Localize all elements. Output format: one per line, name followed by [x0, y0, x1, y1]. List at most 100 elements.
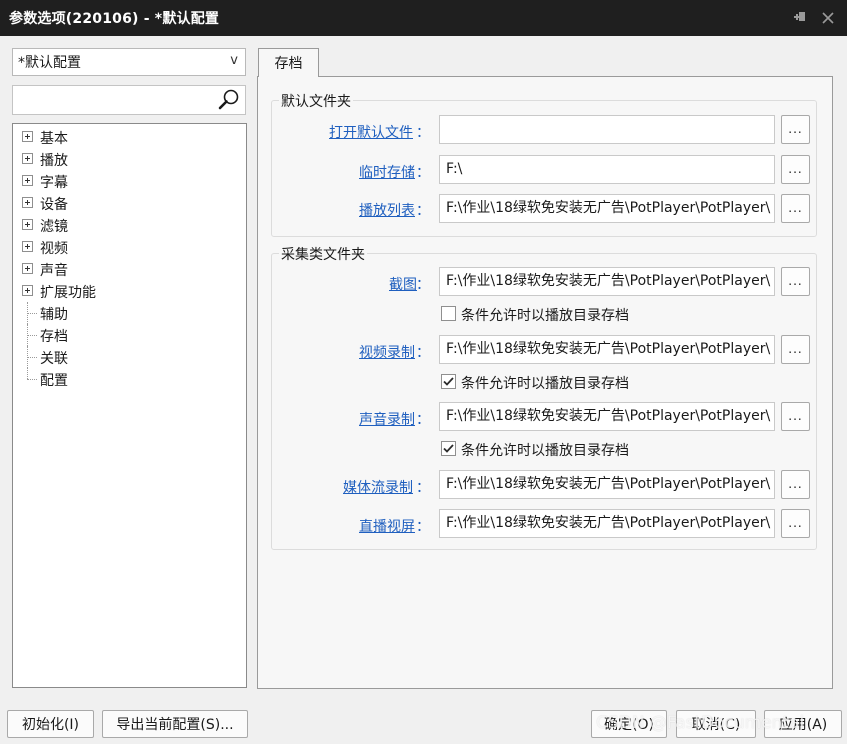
tree-item-playback[interactable]: 播放 [13, 148, 246, 170]
tree-item-label: 基本 [40, 131, 68, 147]
tree-item-label: 声音 [40, 263, 68, 279]
cancel-button[interactable]: 取消(C) [676, 710, 756, 738]
apply-button-label: 应用(A) [778, 717, 828, 733]
label-colon: ： [416, 125, 430, 141]
expand-icon[interactable] [22, 219, 33, 230]
tree-line [27, 335, 37, 336]
export-config-button-label: 导出当前配置(S)... [116, 717, 234, 733]
playlist-input[interactable]: F:\作业\18绿软免安装无广告\PotPlayer\PotPlayer\ [439, 194, 775, 223]
group-title-capture: 采集类文件夹 [279, 244, 367, 264]
tree-item-label: 存档 [40, 329, 68, 345]
temp-storage-input[interactable]: F:\ [439, 155, 775, 184]
browse-button[interactable]: ... [781, 470, 810, 499]
screenshot-playdir-checkbox[interactable] [441, 306, 456, 321]
tree-item-extensions[interactable]: 扩展功能 [13, 280, 246, 302]
live-broadcast-link[interactable]: 直播视屏 [359, 516, 415, 536]
expand-icon[interactable] [22, 131, 33, 142]
tree-item-label: 扩展功能 [40, 285, 96, 301]
checkmark-icon [443, 444, 454, 453]
audio-playdir-checkbox[interactable] [441, 441, 456, 456]
initialize-button[interactable]: 初始化(I) [7, 710, 94, 738]
tree-item-label: 辅助 [40, 307, 68, 323]
tree-item-association[interactable]: 关联 [13, 346, 246, 368]
label-colon: ： [416, 519, 430, 535]
audio-record-link[interactable]: 声音录制 [359, 409, 415, 429]
group-title-default: 默认文件夹 [279, 91, 353, 111]
initialize-button-label: 初始化(I) [21, 717, 80, 733]
window-title: 参数选项(220106) - *默认配置 [9, 11, 220, 27]
tree-item-label: 字幕 [40, 175, 68, 191]
video-record-input[interactable]: F:\作业\18绿软免安装无广告\PotPlayer\PotPlayer\ [439, 335, 775, 364]
chevron-down-icon: v [230, 53, 238, 68]
checkbox-label[interactable]: 条件允许时以播放目录存档 [461, 440, 629, 460]
browse-button[interactable]: ... [781, 115, 810, 144]
tree-item-config[interactable]: 配置 [13, 368, 246, 390]
tree-item-label: 设备 [40, 197, 68, 213]
expand-icon[interactable] [22, 175, 33, 186]
stream-record-link[interactable]: 媒体流录制 [343, 477, 413, 497]
checkmark-icon [443, 377, 454, 386]
browse-button[interactable]: ... [781, 402, 810, 431]
profile-select[interactable]: *默认配置 v [12, 48, 246, 76]
expand-icon[interactable] [22, 263, 33, 274]
tree-item-filters[interactable]: 滤镜 [13, 214, 246, 236]
live-broadcast-input[interactable]: F:\作业\18绿软免安装无广告\PotPlayer\PotPlayer\ [439, 509, 775, 538]
tree-item-archive[interactable]: 存档 [13, 324, 246, 346]
label-colon: ： [416, 480, 430, 496]
temp-storage-link[interactable]: 临时存储 [359, 162, 415, 182]
audio-record-input[interactable]: F:\作业\18绿软免安装无广告\PotPlayer\PotPlayer\ [439, 402, 775, 431]
tab-archive[interactable]: 存档 [258, 48, 319, 77]
screenshot-link[interactable]: 截图 [389, 274, 417, 294]
expand-icon[interactable] [22, 285, 33, 296]
open-default-file-link[interactable]: 打开默认文件 [329, 122, 413, 142]
ok-button-label: 确定(O) [604, 717, 654, 733]
playlist-link[interactable]: 播放列表 [359, 200, 415, 220]
browse-button[interactable]: ... [781, 194, 810, 223]
tree-item-label: 视频 [40, 241, 68, 257]
expand-icon[interactable] [22, 197, 33, 208]
export-config-button[interactable]: 导出当前配置(S)... [102, 710, 248, 738]
profile-select-value: *默认配置 [18, 55, 81, 71]
tree-line [27, 313, 37, 314]
open-default-file-input[interactable] [439, 115, 775, 144]
tree-item-video[interactable]: 视频 [13, 236, 246, 258]
tree-item-label: 播放 [40, 153, 68, 169]
tree-line [27, 357, 37, 358]
search-icon[interactable] [216, 87, 242, 113]
close-icon[interactable] [816, 6, 840, 30]
browse-button[interactable]: ... [781, 155, 810, 184]
label-colon: ： [416, 412, 430, 428]
apply-button[interactable]: 应用(A) [764, 710, 842, 738]
tree-item-subtitles[interactable]: 字幕 [13, 170, 246, 192]
label-colon: ： [416, 165, 430, 181]
checkbox-label[interactable]: 条件允许时以播放目录存档 [461, 305, 629, 325]
tree-item-basic[interactable]: 基本 [13, 126, 246, 148]
label-colon: ： [416, 345, 430, 361]
settings-tree: 基本 播放 字幕 设备 滤镜 视频 声音 扩展功能 辅助 存档 关联 配置 [12, 123, 247, 688]
title-bar: 参数选项(220106) - *默认配置 [0, 0, 847, 36]
tree-item-audio[interactable]: 声音 [13, 258, 246, 280]
tree-item-label: 滤镜 [40, 219, 68, 235]
checkbox-label[interactable]: 条件允许时以播放目录存档 [461, 373, 629, 393]
browse-button[interactable]: ... [781, 335, 810, 364]
video-playdir-checkbox[interactable] [441, 374, 456, 389]
label-colon: ： [416, 277, 430, 293]
tree-item-label: 关联 [40, 351, 68, 367]
expand-icon[interactable] [22, 153, 33, 164]
browse-button[interactable]: ... [781, 509, 810, 538]
tree-item-devices[interactable]: 设备 [13, 192, 246, 214]
screenshot-input[interactable]: F:\作业\18绿软免安装无广告\PotPlayer\PotPlayer\ [439, 267, 775, 296]
tree-line [27, 379, 37, 380]
pin-icon[interactable] [788, 6, 812, 30]
video-record-link[interactable]: 视频录制 [359, 342, 415, 362]
search-input[interactable] [15, 88, 215, 112]
tab-label: 存档 [274, 56, 303, 72]
expand-icon[interactable] [22, 241, 33, 252]
label-colon: ： [416, 203, 430, 219]
stream-record-input[interactable]: F:\作业\18绿软免安装无广告\PotPlayer\PotPlayer\ [439, 470, 775, 499]
tree-item-assist[interactable]: 辅助 [13, 302, 246, 324]
tree-line [27, 368, 28, 379]
tree-item-label: 配置 [40, 373, 68, 389]
browse-button[interactable]: ... [781, 267, 810, 296]
ok-button[interactable]: 确定(O) [591, 710, 667, 738]
